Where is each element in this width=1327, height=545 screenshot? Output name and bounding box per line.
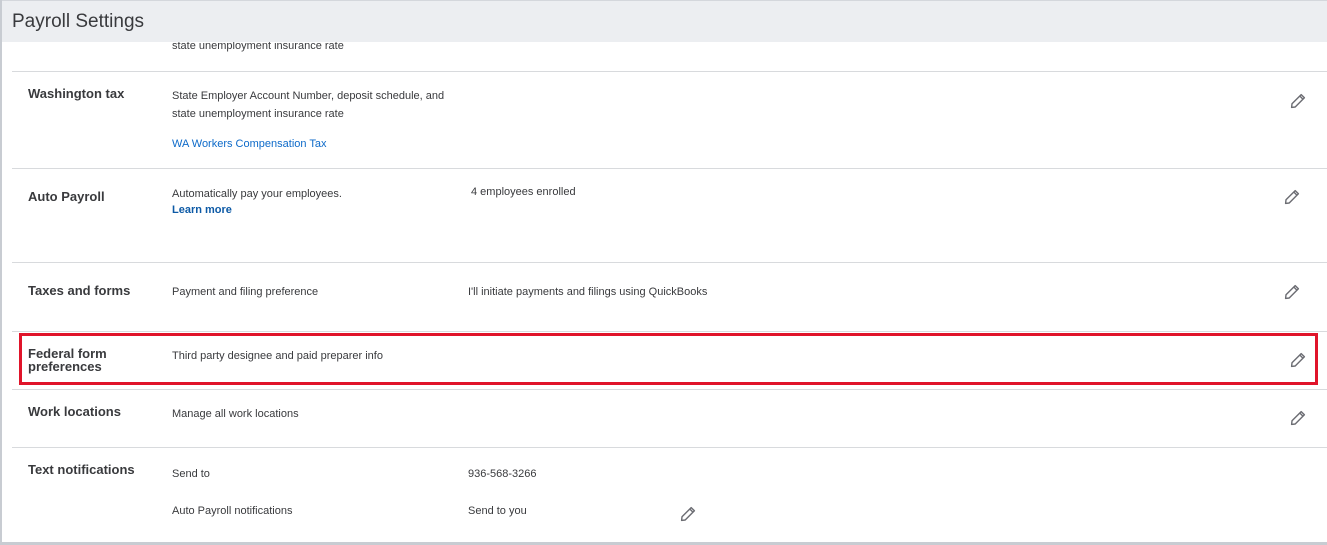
taxes-forms-label: Taxes and forms [28,283,131,298]
taxes-forms-edit-button[interactable] [1283,283,1301,301]
work-locations-edit-button[interactable] [1289,409,1307,427]
pencil-icon [1290,93,1306,109]
auto-payroll-notifications-label: Auto Payroll notifications [172,505,293,517]
page-title: Payroll Settings [12,11,145,32]
row-divider [12,168,1327,169]
washington-tax-edit-button[interactable] [1289,92,1307,110]
send-to-label: Send to [172,468,210,480]
washington-tax-desc-line2: state unemployment insurance rate [172,108,344,120]
washington-tax-label: Washington tax [28,86,125,101]
auto-payroll-edit-button[interactable] [1283,188,1301,206]
pencil-icon [1290,410,1306,426]
federal-form-desc: Third party designee and paid preparer i… [172,350,383,362]
pencil-icon [1284,284,1300,300]
row-divider [12,389,1327,390]
auto-payroll-notifications-value: Send to you [468,505,527,517]
payroll-settings-panel: state unemployment insurance rate Payrol… [0,0,1327,545]
taxes-forms-desc: Payment and filing preference [172,286,319,298]
federal-form-edit-button[interactable] [1289,351,1307,369]
send-to-value: 936-568-3266 [468,468,537,480]
row-divider [12,331,1327,332]
auto-payroll-label: Auto Payroll [28,189,105,204]
washington-tax-desc-line1: State Employer Account Number, deposit s… [172,90,445,102]
pencil-icon [680,506,696,522]
text-notifications-label: Text notifications [28,462,135,477]
work-locations-label: Work locations [28,404,121,419]
auto-payroll-value: 4 employees enrolled [471,186,576,198]
pencil-icon [1290,352,1306,368]
row-divider [12,262,1327,263]
page-header: Payroll Settings [2,0,1327,42]
row-divider [12,447,1327,448]
pencil-icon [1284,189,1300,205]
auto-payroll-desc: Automatically pay your employees. [172,188,342,200]
wa-workers-comp-link[interactable]: WA Workers Compensation Tax [172,138,326,150]
learn-more-link[interactable]: Learn more [172,204,232,216]
taxes-forms-value: I'll initiate payments and filings using… [468,286,708,298]
row-divider [12,71,1327,72]
text-notifications-edit-button[interactable] [679,505,697,523]
work-locations-desc: Manage all work locations [172,408,299,420]
federal-form-label-line2: preferences [28,359,102,374]
